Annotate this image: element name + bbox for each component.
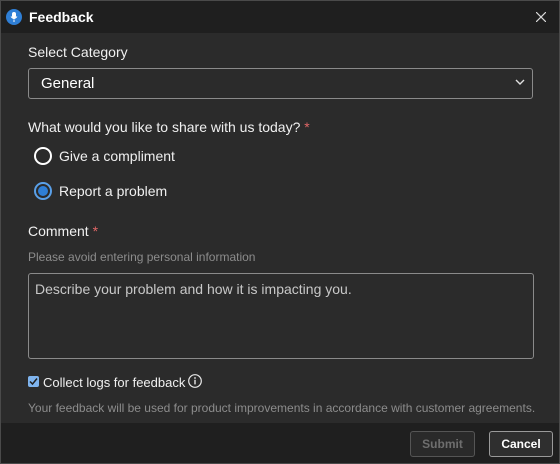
required-marker: * xyxy=(92,223,99,239)
feedback-dialog: Feedback Select Category General What wo… xyxy=(0,0,560,464)
collect-logs-checkbox[interactable] xyxy=(28,376,39,387)
feedback-icon xyxy=(6,9,22,25)
submit-button[interactable]: Submit xyxy=(410,431,475,457)
category-selected-value: General xyxy=(41,75,95,92)
radio-button[interactable] xyxy=(34,147,52,165)
comment-hint: Please avoid entering personal informati… xyxy=(28,250,256,264)
radio-label: Report a problem xyxy=(59,183,168,199)
category-select[interactable]: General xyxy=(28,68,533,99)
share-question-text: What would you like to share with us tod… xyxy=(28,119,301,135)
title-bar: Feedback xyxy=(1,1,559,33)
radio-label: Give a compliment xyxy=(59,148,175,164)
cancel-button[interactable]: Cancel xyxy=(489,431,553,457)
checkmark-icon xyxy=(29,378,38,386)
radio-button-selected[interactable] xyxy=(34,182,52,200)
close-icon xyxy=(536,12,546,22)
comment-textarea[interactable]: Describe your problem and how it is impa… xyxy=(28,273,534,359)
category-label: Select Category xyxy=(28,44,128,60)
info-icon[interactable] xyxy=(188,374,202,388)
required-marker: * xyxy=(304,119,310,135)
collect-logs-label: Collect logs for feedback xyxy=(43,375,186,390)
comment-label: Comment * xyxy=(28,223,98,239)
comment-placeholder: Describe your problem and how it is impa… xyxy=(35,281,352,297)
close-button[interactable] xyxy=(531,7,551,27)
dialog-footer: Submit Cancel xyxy=(1,423,559,463)
disclaimer-text: Your feedback will be used for product i… xyxy=(28,401,536,415)
window-title: Feedback xyxy=(29,9,94,25)
share-question: What would you like to share with us tod… xyxy=(28,119,310,135)
chevron-down-icon xyxy=(515,79,525,85)
comment-label-text: Comment xyxy=(28,223,89,239)
